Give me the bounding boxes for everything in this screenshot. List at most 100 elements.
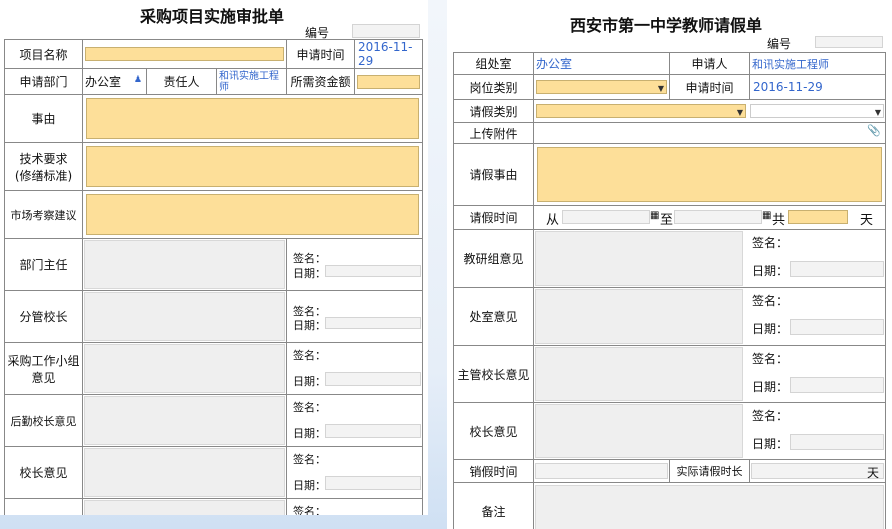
apply-time-label: 申请时间 (669, 74, 750, 100)
opinion-label: 部门主任 (4, 238, 83, 291)
owner-label: 责任人 (146, 68, 217, 95)
item-name-label: 项目名称 (4, 39, 83, 69)
opinion-textarea[interactable] (84, 240, 286, 289)
opinion-textarea[interactable] (535, 231, 743, 286)
actual-days-label: 实际请假时长 (669, 459, 750, 483)
leave-reason-textarea[interactable] (537, 147, 882, 202)
dept-value: 办公室 (533, 52, 670, 75)
sign-label: 签名： (293, 252, 327, 265)
opinion-textarea[interactable] (535, 347, 743, 401)
reason-label: 事由 (4, 94, 83, 143)
cancel-time-input[interactable] (535, 463, 668, 479)
leave-time-label: 请假时间 (453, 205, 534, 230)
opinion-label: 主管校长意见 (453, 345, 534, 403)
date-input[interactable] (325, 424, 422, 438)
form-title: 西安市第一中学教师请假单 (570, 16, 763, 35)
sign-label: 签名： (293, 453, 327, 466)
from-label: 从 (546, 213, 560, 228)
date-input[interactable] (325, 476, 422, 490)
opinion-label: 校长意见 (453, 402, 534, 460)
date-label: 日期： (293, 267, 327, 280)
remark-textarea[interactable] (535, 484, 884, 529)
opinion-textarea[interactable] (84, 448, 286, 497)
post-select[interactable]: ▼ (536, 80, 667, 94)
opinion-textarea[interactable] (84, 396, 286, 445)
number-field[interactable] (352, 24, 420, 38)
leave-request-form: 西安市第一中学教师请假单 编号 组处室 办公室 申请人 和讯实施工程师 岗位类别… (447, 0, 892, 529)
opinion-textarea[interactable] (535, 404, 743, 458)
purchase-approval-form: 采购项目实施审批单 编号 项目名称 申请时间 2016-11-29 申请部门 办… (0, 0, 428, 515)
opinion-label: 采购工作小组 意见 (4, 342, 83, 395)
opinion-label: 校长意见 (4, 446, 83, 499)
market-textarea[interactable] (86, 194, 420, 235)
date-label: 日期： (293, 375, 327, 388)
date-label: 日期： (293, 479, 327, 492)
end-date-input[interactable] (674, 210, 762, 224)
sign-label: 签名： (752, 236, 789, 250)
sign-label: 签名： (752, 352, 789, 366)
opinion-label: 处室意见 (453, 287, 534, 346)
remark-label: 备注 (453, 482, 534, 529)
opinion-textarea[interactable] (84, 292, 286, 341)
applicant-value: 和讯实施工程师 (749, 52, 886, 75)
form-title: 采购项目实施审批单 (140, 7, 285, 26)
dept-label: 申请部门 (4, 68, 83, 95)
apply-time-value: 2016-11-29 (749, 74, 886, 100)
tech-label-line2: (修缮标准) (14, 168, 73, 183)
date-input[interactable] (325, 265, 422, 277)
dept-value: 办公室 (85, 75, 122, 89)
date-input[interactable] (325, 317, 422, 329)
tech-label-line1: 技术要求 (19, 151, 68, 166)
paperclip-icon[interactable]: 📎 (867, 124, 881, 137)
reason-textarea[interactable] (86, 98, 420, 139)
date-label: 日期： (752, 322, 789, 336)
leave-type-select[interactable]: ▼ (536, 104, 746, 118)
leave-subtype-select[interactable]: ▼ (750, 104, 884, 118)
attach-field[interactable]: 📎 (533, 122, 886, 144)
funds-input[interactable] (357, 74, 421, 89)
sign-label: 签名： (293, 401, 327, 414)
date-label: 日期： (752, 437, 789, 451)
cancel-time-label: 销假时间 (453, 459, 534, 483)
leave-reason-label: 请假事由 (453, 143, 534, 206)
funds-label: 所需资金额 (286, 68, 356, 95)
sign-label: 签名： (752, 409, 789, 423)
actual-days-input[interactable]: 天 (751, 463, 884, 480)
opinion-textarea[interactable] (535, 289, 743, 344)
dept-field[interactable]: 办公室 ♟ (82, 68, 147, 95)
total-label: 共 (772, 213, 786, 228)
date-input[interactable] (325, 372, 422, 386)
opinion-label: 教研组意见 (453, 229, 534, 288)
sign-label: 签名： (293, 349, 327, 362)
calendar-icon[interactable]: ▦ (762, 210, 771, 221)
person-picker-icon[interactable]: ♟ (134, 75, 142, 85)
chevron-down-icon: ▼ (657, 84, 664, 93)
attach-label: 上传附件 (453, 122, 534, 144)
opinion-textarea[interactable] (84, 344, 286, 393)
date-input[interactable] (790, 319, 884, 335)
dept-label: 组处室 (453, 52, 534, 75)
number-label: 编号 (767, 37, 792, 51)
date-label: 日期： (293, 319, 327, 332)
date-label: 日期： (752, 264, 789, 278)
actual-days-unit: 天 (866, 466, 879, 480)
applicant-label: 申请人 (669, 52, 750, 75)
item-name-input[interactable] (85, 47, 285, 61)
opinion-label (4, 498, 83, 515)
opinion-textarea[interactable] (84, 500, 286, 515)
date-input[interactable] (790, 377, 884, 393)
number-field[interactable] (815, 36, 883, 48)
sign-label: 签名： (293, 505, 327, 515)
days-label: 天 (860, 213, 874, 228)
total-days-input[interactable] (788, 210, 848, 224)
date-input[interactable] (790, 261, 884, 277)
date-input[interactable] (790, 434, 884, 450)
calendar-icon[interactable]: ▦ (650, 210, 659, 221)
opinion-label: 后勤校长意见 (4, 394, 83, 447)
apply-time-value: 2016-11-29 (354, 39, 424, 69)
chevron-down-icon: ▼ (736, 108, 743, 117)
opinion-label-line2: 意见 (31, 370, 56, 385)
sign-label: 签名： (752, 294, 789, 308)
tech-textarea[interactable] (86, 146, 420, 187)
start-date-input[interactable] (562, 210, 650, 224)
